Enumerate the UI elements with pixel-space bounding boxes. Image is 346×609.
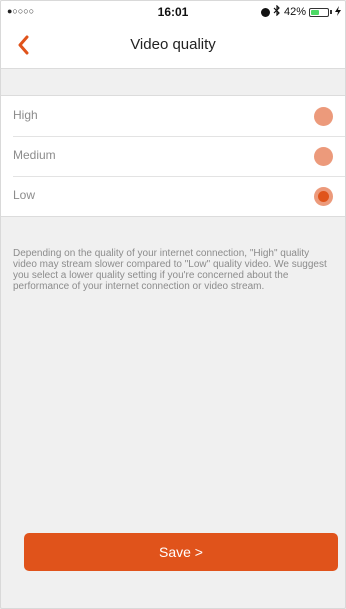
option-low[interactable]: Low bbox=[1, 176, 345, 216]
bluetooth-icon bbox=[273, 4, 281, 19]
option-label: Medium bbox=[13, 148, 56, 162]
battery-icon bbox=[309, 7, 329, 17]
battery-level bbox=[311, 9, 319, 15]
option-high[interactable]: High bbox=[1, 96, 345, 136]
quality-description: Depending on the quality of your interne… bbox=[13, 248, 327, 292]
save-button[interactable]: Save > bbox=[24, 533, 338, 571]
status-bar: ●○○○○ 16:01 42% bbox=[1, 1, 345, 23]
radio-button[interactable] bbox=[314, 147, 333, 166]
radio-button[interactable] bbox=[314, 107, 333, 126]
battery-percent: 42% bbox=[283, 6, 306, 18]
radio-button[interactable] bbox=[314, 187, 333, 206]
page-title: Video quality bbox=[130, 36, 216, 53]
charging-icon bbox=[335, 5, 341, 19]
battery-tip bbox=[330, 10, 332, 14]
option-label: High bbox=[13, 108, 38, 122]
quality-options-list: High Medium Low bbox=[1, 95, 345, 217]
option-medium[interactable]: Medium bbox=[1, 136, 345, 176]
navigation-bar: Video quality bbox=[1, 23, 345, 69]
option-label: Low bbox=[13, 188, 36, 202]
alarm-icon bbox=[260, 7, 270, 17]
app-screen: ●○○○○ 16:01 42% Video quality High Mediu… bbox=[0, 0, 346, 609]
status-indicators: 42% bbox=[260, 4, 341, 19]
radio-dot bbox=[318, 191, 329, 202]
